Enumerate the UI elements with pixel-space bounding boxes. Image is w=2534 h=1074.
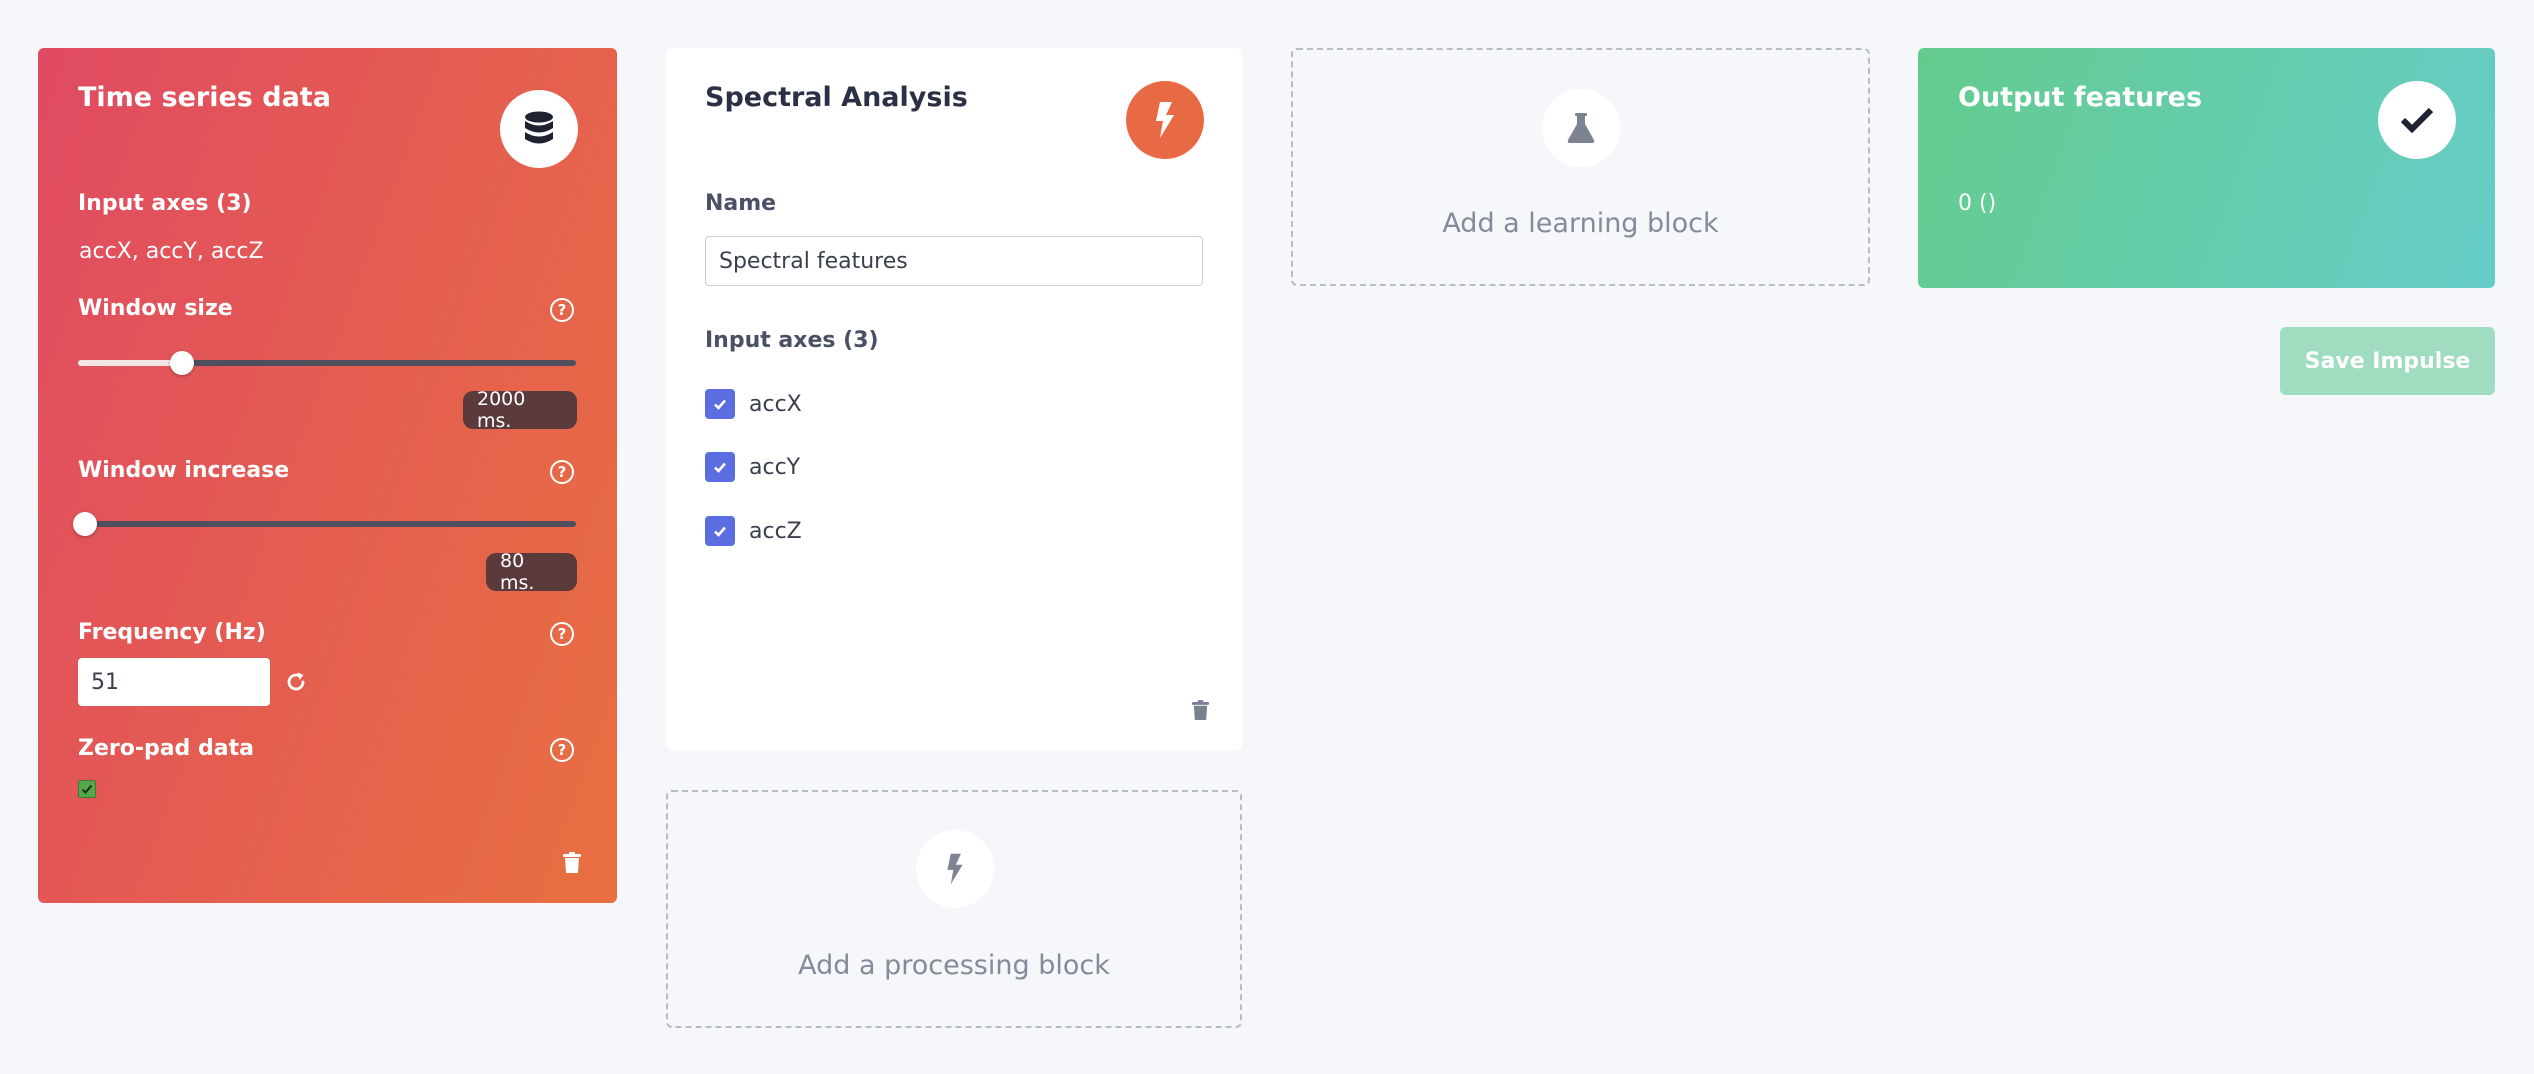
output-features-card: Output features 0 () (1918, 48, 2495, 288)
window-increase-slider-handle[interactable] (73, 512, 97, 536)
output-features-value: 0 () (1958, 191, 1997, 216)
axis-label-accx: accX (749, 392, 802, 417)
frequency-label: Frequency (Hz) (78, 620, 266, 645)
zero-pad-label: Zero-pad data (78, 736, 254, 761)
lightning-icon (1126, 81, 1204, 159)
flask-icon (1542, 89, 1620, 167)
lightning-icon (916, 830, 994, 908)
spectral-analysis-card: Spectral Analysis Name Input axes (3) ac… (666, 48, 1242, 750)
save-impulse-button[interactable]: Save Impulse (2280, 327, 2495, 395)
add-learning-label: Add a learning block (1442, 208, 1719, 239)
window-increase-slider[interactable] (78, 521, 576, 527)
time-series-title: Time series data (78, 82, 331, 113)
window-size-slider[interactable] (78, 360, 576, 366)
add-learning-block[interactable]: Add a learning block (1291, 48, 1870, 286)
name-label: Name (705, 191, 777, 216)
time-series-card: Time series data Input axes (3) accX, ac… (38, 48, 617, 903)
spectral-analysis-title: Spectral Analysis (705, 82, 968, 113)
axis-label-accy: accY (749, 455, 801, 480)
axis-checkbox-accz[interactable] (705, 516, 735, 546)
add-processing-block[interactable]: Add a processing block (666, 790, 1242, 1028)
window-size-slider-fill (78, 360, 183, 366)
axis-checkbox-accy[interactable] (705, 452, 735, 482)
window-increase-value: 80 ms. (486, 550, 577, 594)
help-icon[interactable]: ? (550, 298, 574, 322)
add-processing-label: Add a processing block (798, 950, 1110, 981)
help-icon[interactable]: ? (550, 622, 574, 646)
output-features-title: Output features (1958, 82, 2203, 113)
reset-icon[interactable] (284, 670, 308, 694)
spectral-input-axes-label: Input axes (3) (705, 328, 879, 353)
trash-icon[interactable] (563, 852, 581, 874)
name-input[interactable] (705, 236, 1203, 286)
help-icon[interactable]: ? (550, 460, 574, 484)
zero-pad-checkbox[interactable] (78, 780, 96, 798)
database-icon (500, 90, 578, 168)
input-axes-label: Input axes (3) (78, 191, 252, 216)
trash-icon[interactable] (1192, 700, 1209, 721)
help-icon[interactable]: ? (550, 738, 574, 762)
axis-label-accz: accZ (749, 519, 802, 544)
window-size-value: 2000 ms. (463, 388, 577, 432)
axis-checkbox-accx[interactable] (705, 389, 735, 419)
frequency-input[interactable] (78, 658, 270, 706)
check-icon (2378, 81, 2456, 159)
window-increase-label: Window increase (78, 458, 290, 483)
window-size-slider-handle[interactable] (170, 351, 194, 375)
input-axes-value: accX, accY, accZ (79, 239, 264, 264)
window-size-label: Window size (78, 296, 233, 321)
